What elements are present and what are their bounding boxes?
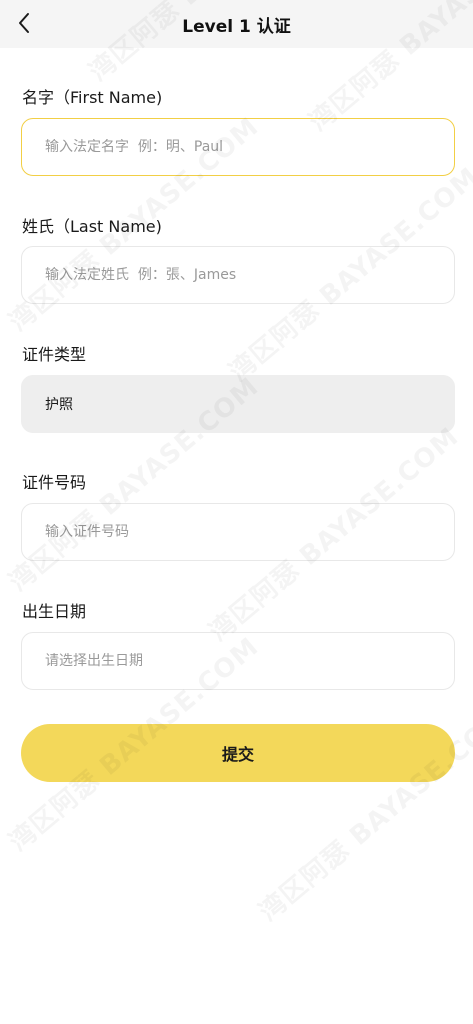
id-type-label: 证件类型 xyxy=(22,345,87,364)
id-number-input[interactable] xyxy=(45,524,454,540)
id-type-value: 护照 xyxy=(45,397,73,413)
kyc-level1-page: Level 1 认证 名字（First Name) 姓氏（Last Name) … xyxy=(0,0,473,1024)
last-name-input[interactable] xyxy=(45,267,454,283)
first-name-field[interactable] xyxy=(21,118,455,176)
id-type-select[interactable]: 护照 xyxy=(21,375,455,433)
first-name-label: 名字（First Name) xyxy=(22,88,163,107)
page-title: Level 1 认证 xyxy=(182,17,291,37)
birth-date-input[interactable] xyxy=(45,653,454,669)
id-number-field[interactable] xyxy=(21,503,455,561)
birth-date-picker[interactable] xyxy=(21,632,455,690)
id-number-label: 证件号码 xyxy=(22,473,87,492)
last-name-label: 姓氏（Last Name) xyxy=(22,217,162,236)
first-name-input[interactable] xyxy=(45,139,454,155)
top-bar: Level 1 认证 xyxy=(0,0,473,48)
birth-date-label: 出生日期 xyxy=(22,602,87,621)
last-name-field[interactable] xyxy=(21,246,455,304)
submit-button[interactable]: 提交 xyxy=(21,724,455,782)
